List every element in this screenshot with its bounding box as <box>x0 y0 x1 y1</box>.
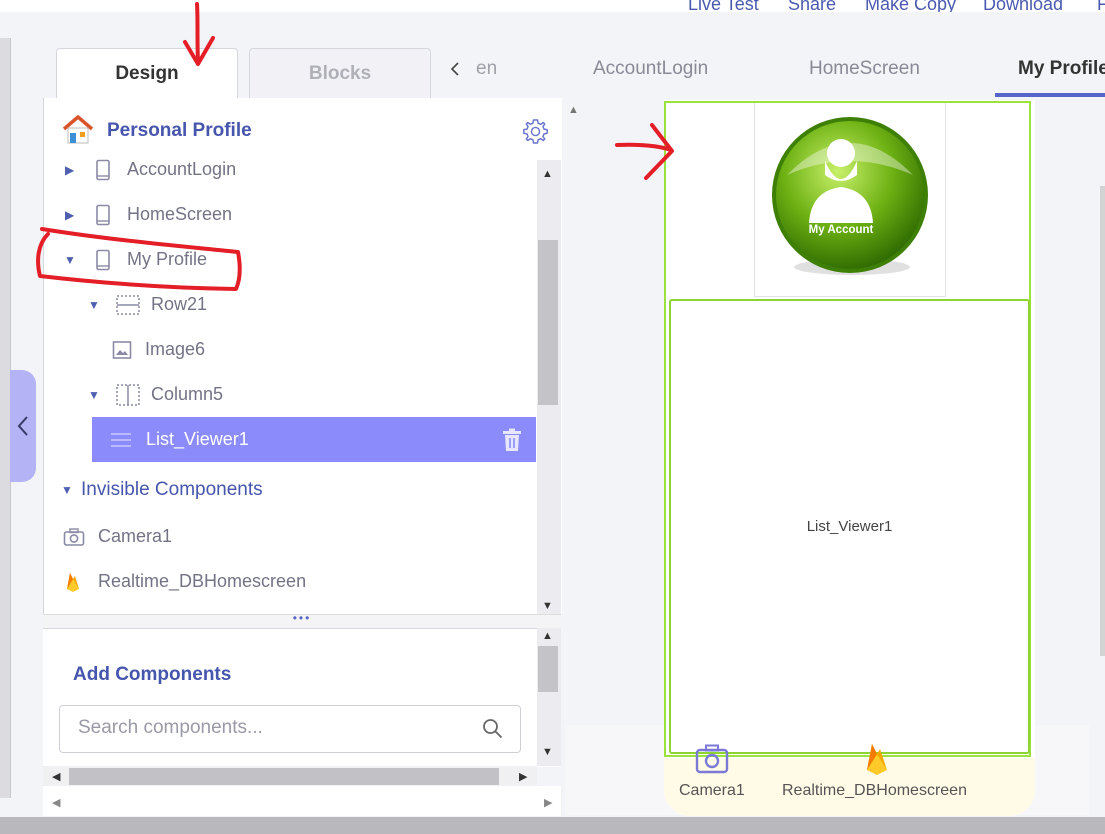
image6-preview[interactable]: My Account <box>754 103 946 297</box>
tree-node-label: Realtime_DBHomescreen <box>98 571 307 591</box>
scroll-up-arrow[interactable]: ▲ <box>542 168 553 180</box>
screen-icon <box>96 249 110 270</box>
camera-icon <box>695 744 729 774</box>
caret-right-icon[interactable]: ▶ <box>65 163 74 177</box>
tree-node-my-profile[interactable]: ▼ My Profile <box>43 237 537 282</box>
bottom-status-bar <box>0 817 1105 834</box>
caret-down-icon[interactable]: ▼ <box>61 483 73 497</box>
gear-icon[interactable] <box>522 118 549 145</box>
search-components-box[interactable] <box>59 705 521 753</box>
account-avatar-icon: My Account <box>772 117 928 275</box>
trash-icon[interactable] <box>501 428 523 452</box>
tree-node-label: My Profile <box>127 249 208 269</box>
home-icon <box>62 115 94 144</box>
scroll-down-arrow[interactable]: ▼ <box>542 746 553 758</box>
caret-down-icon[interactable]: ▼ <box>88 298 100 312</box>
nonvisible-camera-label: Camera1 <box>679 782 745 799</box>
screen-tab-accountlogin[interactable]: AccountLogin <box>593 58 708 80</box>
tree-node-label: List_Viewer1 <box>146 429 249 449</box>
tree-node-realtime-db[interactable]: Realtime_DBHomescreen <box>43 559 537 604</box>
tree-node-label: Row21 <box>151 294 208 314</box>
viewer-vertical-scrollbar[interactable] <box>1100 186 1105 656</box>
screen-icon <box>96 159 110 180</box>
screen-tab-homescreen[interactable]: HomeScreen <box>809 58 920 80</box>
screen-tab-my-profile[interactable]: My Profile <box>1018 58 1105 80</box>
camera-icon <box>63 527 85 546</box>
add-panel-scrollbar-thumb[interactable] <box>538 646 558 692</box>
nonvisible-realtime-db-label: Realtime_DBHomescreen <box>782 782 967 799</box>
scroll-right-arrow[interactable]: ▶ <box>519 770 527 783</box>
tree-node-row21[interactable]: ▼ Row21 <box>43 282 537 327</box>
tree-node-label: Column5 <box>151 384 224 404</box>
tree-node-label: Camera1 <box>98 526 173 546</box>
scroll-down-arrow[interactable]: ▼ <box>542 600 553 612</box>
caret-down-icon[interactable]: ▼ <box>64 253 76 267</box>
make-copy-link[interactable]: Make Copy <box>865 0 956 12</box>
list-viewer1-preview[interactable]: List_Viewer1 <box>671 301 1028 752</box>
image-icon <box>112 340 132 359</box>
tree-scrollbar-thumb[interactable] <box>538 240 558 405</box>
screen-tab-partial[interactable]: en <box>476 58 497 80</box>
more-menu-link[interactable]: F <box>1097 0 1105 12</box>
tab-design[interactable]: Design <box>56 48 238 99</box>
viewer-scroll-up-arrow[interactable]: ▲ <box>568 104 579 116</box>
share-link[interactable]: Share <box>788 0 836 12</box>
live-test-link[interactable]: Live Test <box>688 0 759 12</box>
project-title: Personal Profile <box>107 120 252 141</box>
collapse-panel-button[interactable] <box>10 370 36 482</box>
horizontal-arrangement-icon <box>116 294 140 315</box>
horizontal-scrollbar-thumb[interactable] <box>69 768 499 785</box>
tree-node-homescreen[interactable]: ▶ HomeScreen <box>43 192 537 237</box>
tree-node-accountlogin[interactable]: ▶ AccountLogin <box>43 147 537 192</box>
tree-node-image6[interactable]: Image6 <box>43 327 537 372</box>
lower-scroll-area <box>43 786 561 816</box>
tab-blocks[interactable]: Blocks <box>249 48 431 99</box>
column5-preview[interactable]: List_Viewer1 <box>669 299 1030 754</box>
firebase-icon <box>867 744 887 775</box>
add-components-title: Add Components <box>73 664 232 685</box>
search-input[interactable] <box>76 716 470 740</box>
tree-node-label: Image6 <box>145 339 206 359</box>
tree-node-label: HomeScreen <box>127 204 233 224</box>
scroll-screens-left-icon[interactable] <box>449 61 461 77</box>
invisible-components-header[interactable]: ▼ Invisible Components <box>43 467 537 512</box>
vertical-arrangement-icon <box>116 383 140 406</box>
scroll-up-arrow[interactable]: ▲ <box>542 630 553 642</box>
scroll-left-arrow[interactable]: ◀ <box>52 770 60 783</box>
tree-node-label: AccountLogin <box>127 159 237 179</box>
tree-node-list-viewer1[interactable]: List_Viewer1 <box>92 417 536 462</box>
download-link[interactable]: Download <box>983 0 1063 12</box>
active-tab-underline <box>995 93 1105 97</box>
image-caption: My Account <box>809 224 874 236</box>
invisible-components-title: Invisible Components <box>81 478 263 500</box>
caret-right-icon[interactable]: ▶ <box>65 208 74 222</box>
tree-node-column5[interactable]: ▼ Column5 <box>43 372 537 417</box>
tree-node-camera1[interactable]: Camera1 <box>43 514 537 559</box>
list-icon <box>111 432 131 447</box>
search-icon[interactable] <box>482 718 503 739</box>
chevron-left-icon <box>17 416 28 436</box>
scroll-right-arrow[interactable]: ▶ <box>544 796 552 809</box>
firebase-icon <box>67 572 79 592</box>
top-menu-bar: Live Test Share Make Copy Download F <box>0 0 1105 12</box>
caret-down-icon[interactable]: ▼ <box>88 388 100 402</box>
screen-icon <box>96 204 110 225</box>
scroll-left-arrow[interactable]: ◀ <box>52 796 60 809</box>
